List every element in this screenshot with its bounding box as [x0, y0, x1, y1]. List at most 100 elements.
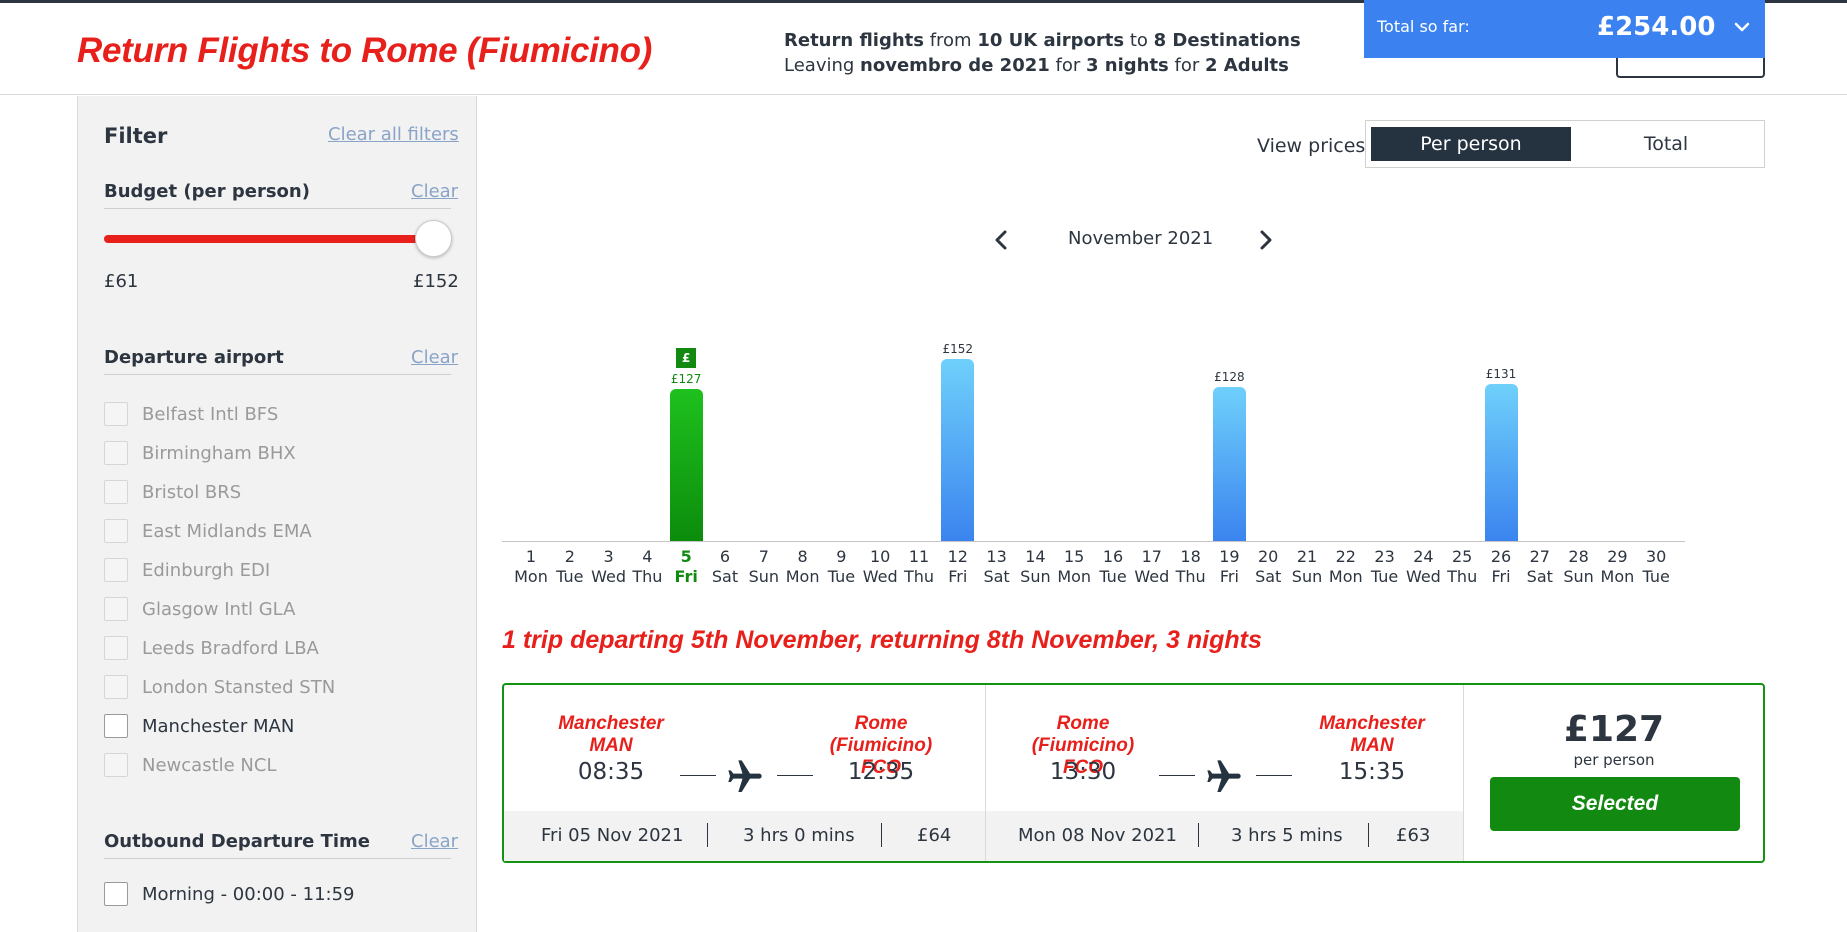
per-person-toggle-button[interactable]: Per person [1371, 127, 1571, 161]
trip-card[interactable]: Manchester MAN 08:35 Rome (Fiumicino) FCO … [502, 683, 1765, 863]
price-bar-day-5[interactable] [669, 388, 703, 541]
day-label-30[interactable]: 30 Tue [1636, 547, 1676, 587]
departure-clear-link[interactable]: Clear [411, 347, 458, 368]
day-label-17[interactable]: 17 Wed [1132, 547, 1172, 587]
airport-code: MAN [589, 735, 633, 756]
day-label-21[interactable]: 21 Sun [1287, 547, 1327, 587]
price-calendar-chart: 1 Mon 2 Tue 3 Wed 4 Thu 5 Fri 6 Sat 7 Sun 8 Mon 9 Tue 10 We… [502, 300, 1685, 590]
day-weekday: Sat [983, 567, 1010, 586]
day-label-23[interactable]: 23 Tue [1365, 547, 1405, 587]
day-number: 30 [1646, 547, 1667, 566]
day-label-29[interactable]: 29 Mon [1597, 547, 1637, 587]
day-label-25[interactable]: 25 Thu [1442, 547, 1482, 587]
day-number: 11 [908, 547, 930, 566]
day-label-19[interactable]: 19 Fri [1209, 547, 1249, 587]
clear-all-filters-link[interactable]: Clear all filters [328, 124, 459, 145]
checkbox[interactable] [104, 597, 128, 621]
day-label-14[interactable]: 14 Sun [1015, 547, 1055, 587]
day-label-27[interactable]: 27 Sat [1520, 547, 1560, 587]
day-label-18[interactable]: 18 Thu [1171, 547, 1211, 587]
trip-price-panel: £127 per person Selected [1463, 685, 1763, 861]
day-label-10[interactable]: 10 Wed [860, 547, 900, 587]
airport-option-edi[interactable]: Edinburgh EDI [104, 557, 270, 583]
day-weekday: Tue [556, 567, 584, 586]
checkbox[interactable] [104, 402, 128, 426]
total-toggle-button[interactable]: Total [1571, 127, 1761, 161]
day-label-28[interactable]: 28 Sun [1559, 547, 1599, 587]
day-label-22[interactable]: 22 Mon [1326, 547, 1366, 587]
day-label-3[interactable]: 3 Wed [589, 547, 629, 587]
airport-label: Birmingham BHX [142, 442, 296, 464]
budget-slider-track[interactable] [104, 235, 439, 243]
checkbox[interactable] [104, 714, 128, 738]
day-weekday: Tue [1370, 567, 1399, 586]
bar-price-label: £131 [1485, 366, 1517, 381]
day-label-9[interactable]: 9 Tue [821, 547, 861, 587]
day-label-26[interactable]: 26 Fri [1481, 547, 1521, 587]
day-number: 28 [1568, 547, 1589, 566]
day-label-12[interactable]: 12 Fri [938, 547, 978, 587]
day-number: 13 [986, 547, 1007, 566]
divider [104, 374, 451, 375]
day-label-6[interactable]: 6 Sat [705, 547, 745, 587]
day-weekday: Wed [1405, 567, 1441, 586]
day-label-24[interactable]: 24 Wed [1403, 547, 1443, 587]
checkbox[interactable] [104, 480, 128, 504]
checkbox[interactable] [104, 441, 128, 465]
outbound-date: Fri 05 Nov 2021 [541, 825, 684, 846]
day-weekday: Mon [1328, 567, 1363, 586]
return-date: Mon 08 Nov 2021 [1018, 825, 1177, 846]
price-bar-day-26[interactable] [1484, 383, 1518, 541]
checkbox[interactable] [104, 882, 128, 906]
summary-text: Leaving [784, 55, 861, 76]
day-number: 20 [1258, 547, 1279, 566]
day-label-7[interactable]: 7 Sun [744, 547, 784, 587]
trip-total-price: £127 [1563, 709, 1665, 750]
airport-option-ncl[interactable]: Newcastle NCL [104, 752, 276, 778]
airport-option-ema[interactable]: East Midlands EMA [104, 518, 312, 544]
city-name: Manchester [1319, 713, 1425, 734]
checkbox[interactable] [104, 753, 128, 777]
checkbox[interactable] [104, 636, 128, 660]
day-label-15[interactable]: 15 Mon [1054, 547, 1094, 587]
airport-option-man[interactable]: Manchester MAN [104, 713, 294, 739]
checkbox[interactable] [104, 519, 128, 543]
day-label-4[interactable]: 4 Thu [627, 547, 667, 587]
chevron-down-icon[interactable] [1734, 16, 1750, 40]
checkbox[interactable] [104, 558, 128, 582]
day-label-13[interactable]: 13 Sat [977, 547, 1017, 587]
price-bar-day-19[interactable] [1212, 387, 1246, 541]
day-label-2[interactable]: 2 Tue [550, 547, 590, 587]
summary-month: novembro de 2021 [860, 55, 1050, 76]
day-label-8[interactable]: 8 Mon [783, 547, 823, 587]
chevron-right-icon[interactable] [1255, 228, 1275, 252]
airport-option-stn[interactable]: London Stansted STN [104, 674, 335, 700]
airport-option-bhx[interactable]: Birmingham BHX [104, 440, 296, 466]
price-bar-day-12[interactable] [941, 358, 975, 541]
chevron-left-icon[interactable] [992, 228, 1012, 252]
budget-slider-handle[interactable] [415, 220, 452, 257]
airport-option-gla[interactable]: Glasgow Intl GLA [104, 596, 295, 622]
day-label-11[interactable]: 11 Thu [899, 547, 939, 587]
filter-sidebar: Filter Clear all filters Budget (per per… [77, 96, 477, 932]
day-number: 3 [603, 547, 614, 566]
selected-button[interactable]: Selected [1490, 777, 1740, 831]
airport-option-lba[interactable]: Leeds Bradford LBA [104, 635, 319, 661]
day-weekday: Thu [903, 567, 935, 586]
airport-option-brs[interactable]: Bristol BRS [104, 479, 241, 505]
checkbox[interactable] [104, 675, 128, 699]
airport-code: MAN [1350, 735, 1394, 756]
city-name: Rome (Fiumicino) [829, 713, 933, 756]
budget-clear-link[interactable]: Clear [411, 181, 458, 202]
day-label-20[interactable]: 20 Sat [1248, 547, 1288, 587]
day-label-5[interactable]: 5 Fri [666, 547, 706, 587]
total-so-far-bar[interactable]: Total so far: £254.00 [1364, 0, 1765, 58]
day-label-1[interactable]: 1 Mon [511, 547, 551, 587]
view-prices-toggle: Per person Total [1365, 120, 1765, 168]
day-label-16[interactable]: 16 Tue [1093, 547, 1133, 587]
day-weekday: Sat [1255, 567, 1282, 586]
airport-option-bfs[interactable]: Belfast Intl BFS [104, 401, 278, 427]
outbound-time-clear-link[interactable]: Clear [411, 831, 458, 852]
divider [1198, 823, 1199, 847]
time-option-morning[interactable]: Morning - 00:00 - 11:59 [104, 881, 355, 907]
